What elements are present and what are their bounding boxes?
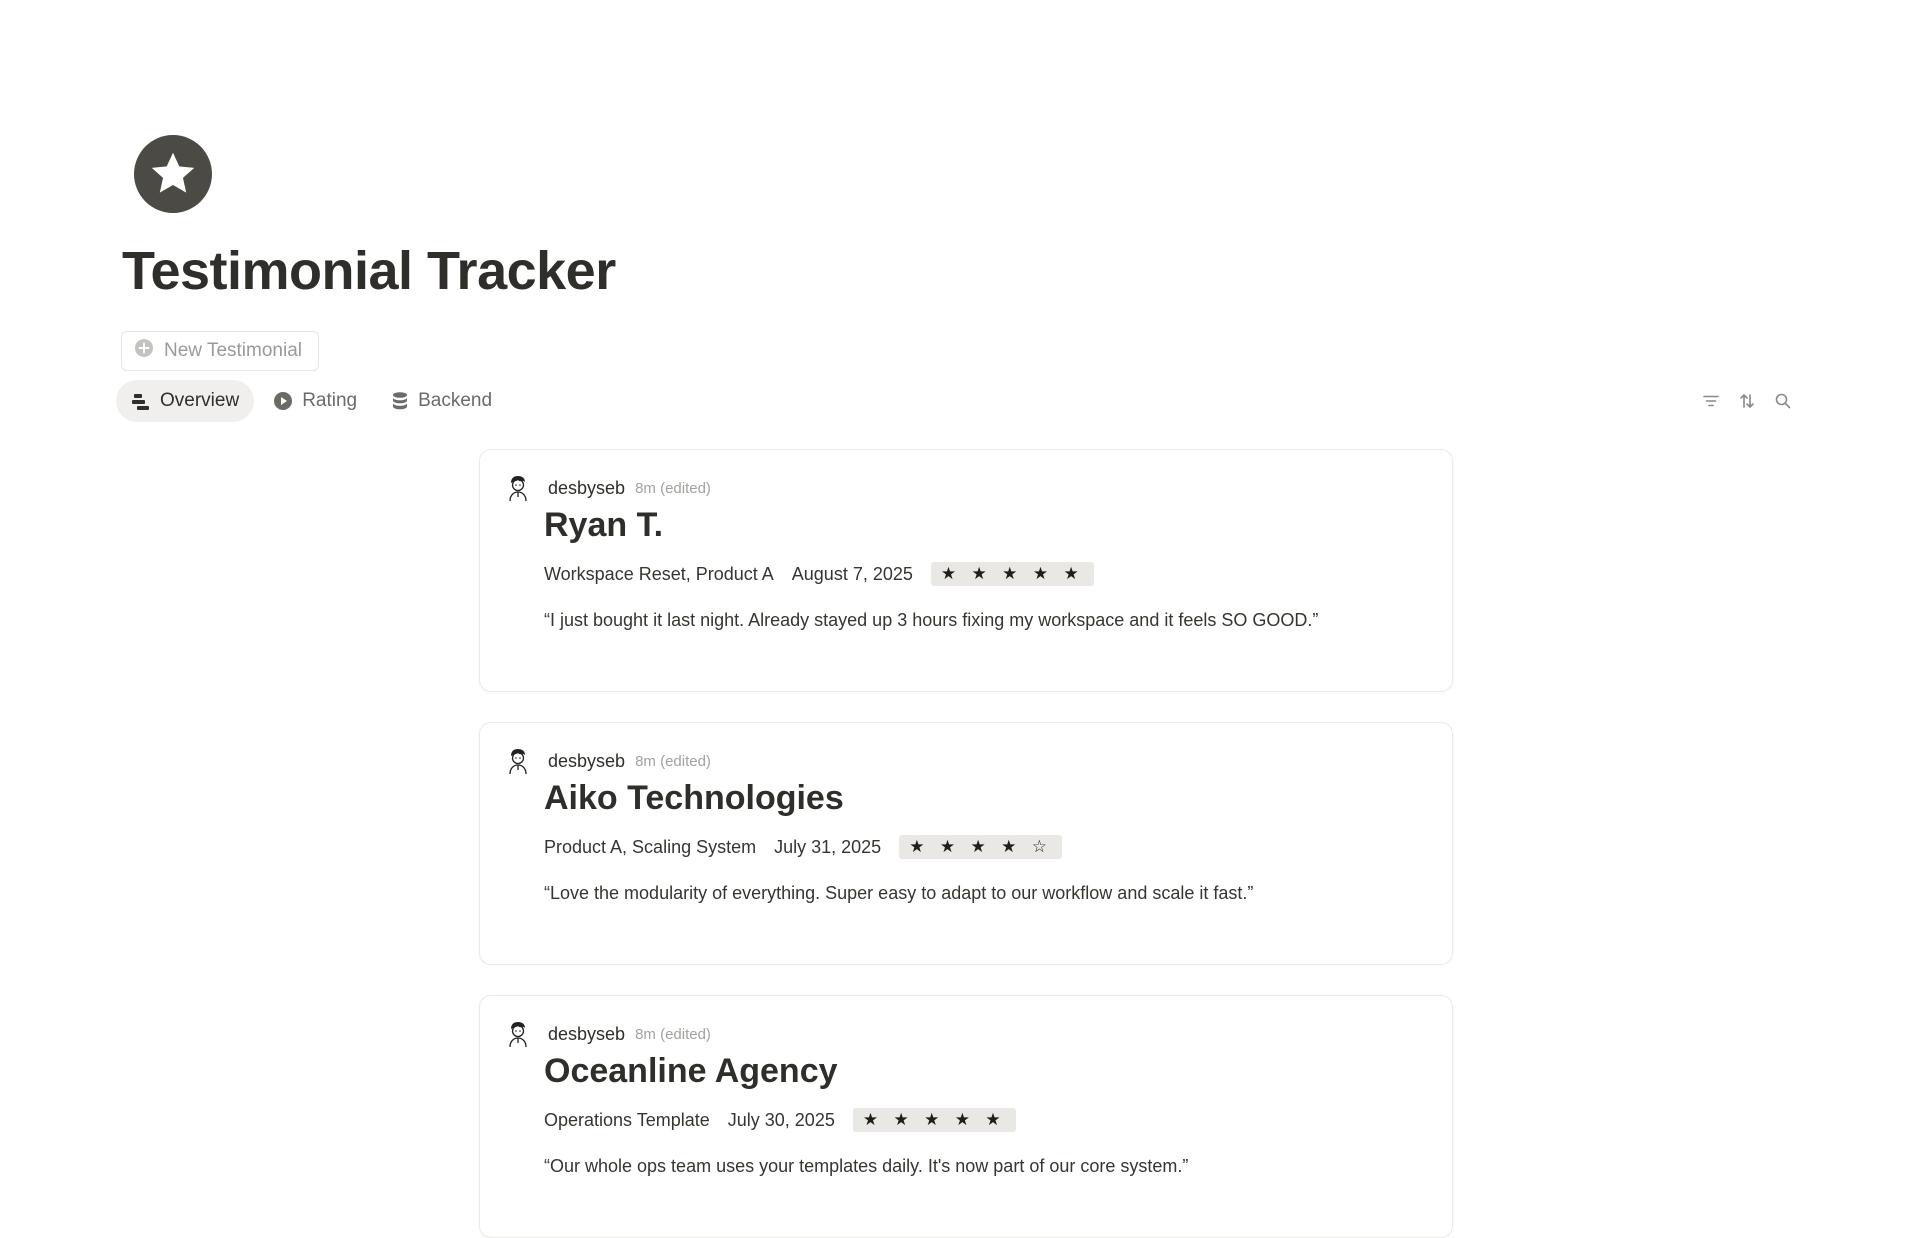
filter-icon[interactable]: [1700, 390, 1722, 412]
rating-stars: ★ ★ ★ ★ ★: [852, 1108, 1016, 1132]
tab-overview[interactable]: Overview: [116, 380, 255, 422]
avatar: [506, 747, 530, 775]
date-property: August 7, 2025: [791, 563, 913, 584]
date-property: July 31, 2025: [774, 836, 882, 857]
testimonial-title: Oceanline Agency: [544, 1052, 838, 1090]
date-property: July 30, 2025: [727, 1109, 835, 1130]
rating-stars: ★ ★ ★ ★ ★: [930, 562, 1094, 586]
testimonial-quote: “Our whole ops team uses your templates …: [544, 1156, 1189, 1176]
products-property: Operations Template: [544, 1109, 710, 1130]
tab-rating-label: Rating: [302, 390, 358, 411]
author-name: desbyseb: [548, 477, 626, 498]
tab-rating[interactable]: Rating: [258, 380, 372, 422]
products-property: Workspace Reset, Product A: [544, 563, 774, 584]
tab-backend[interactable]: Backend: [376, 380, 507, 422]
view-toolbar: [1700, 390, 1794, 412]
author-name: desbyseb: [548, 1023, 626, 1044]
edited-time: 8m (edited): [635, 479, 711, 497]
rating-stars: ★ ★ ★ ★ ☆: [899, 835, 1063, 859]
tab-backend-label: Backend: [418, 390, 493, 411]
board-icon: [131, 391, 151, 411]
testimonial-card[interactable]: desbyseb 8m (edited) Oceanline Agency Op…: [479, 995, 1453, 1238]
testimonial-card[interactable]: desbyseb 8m (edited) Aiko Technologies P…: [479, 722, 1453, 965]
search-icon[interactable]: [1772, 390, 1794, 412]
products-property: Product A, Scaling System: [544, 836, 757, 857]
author-name: desbyseb: [548, 750, 626, 771]
testimonial-quote: “Love the modularity of everything. Supe…: [544, 883, 1254, 903]
avatar: [506, 474, 530, 502]
edited-time: 8m (edited): [635, 1025, 711, 1043]
sort-icon[interactable]: [1736, 390, 1758, 412]
new-testimonial-button[interactable]: New Testimonial: [121, 331, 319, 371]
view-tabs: Overview Rating Backend: [116, 380, 507, 422]
database-icon: [391, 391, 409, 411]
plus-circle-icon: [134, 338, 154, 364]
page-star-icon[interactable]: [134, 135, 212, 213]
avatar: [506, 1020, 530, 1048]
testimonial-title: Ryan T.: [544, 506, 664, 544]
new-testimonial-label: New Testimonial: [164, 340, 302, 361]
testimonial-title: Aiko Technologies: [544, 779, 844, 817]
page-title: Testimonial Tracker: [122, 241, 616, 301]
testimonial-quote: “I just bought it last night. Already st…: [544, 610, 1319, 630]
play-circle-icon: [273, 391, 293, 411]
tab-overview-label: Overview: [160, 390, 240, 411]
testimonial-card[interactable]: desbyseb 8m (edited) Ryan T. Workspace R…: [479, 449, 1453, 692]
edited-time: 8m (edited): [635, 752, 711, 770]
